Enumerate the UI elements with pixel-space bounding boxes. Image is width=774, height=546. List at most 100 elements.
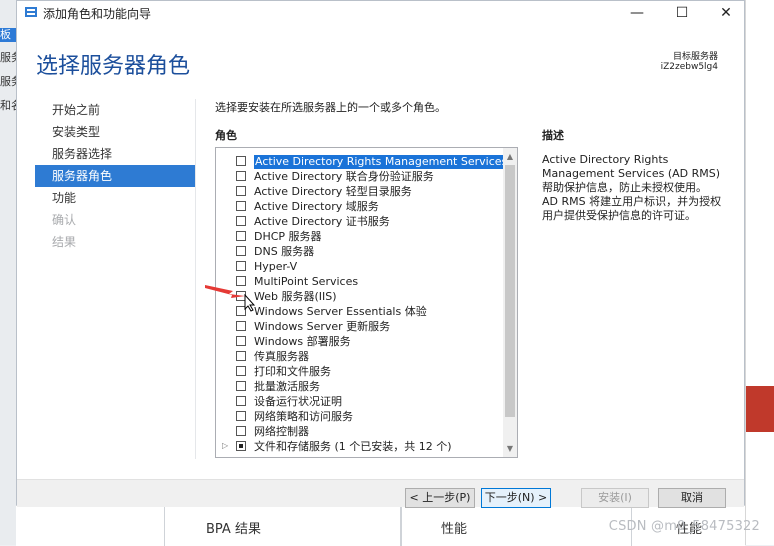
role-item[interactable]: ▷ 文件和存储服务 (1 个已安装，共 12 个) bbox=[216, 440, 504, 455]
role-checkbox[interactable] bbox=[236, 441, 246, 451]
nav-item-confirmation: 确认 bbox=[52, 213, 77, 227]
role-item[interactable]: 传真服务器 bbox=[216, 350, 504, 365]
role-checkbox[interactable] bbox=[236, 231, 246, 241]
nav-item-server-selection[interactable]: 服务器选择 bbox=[35, 143, 195, 165]
nav-item-server-roles[interactable]: 服务器角色 bbox=[35, 165, 195, 187]
target-server-value: iZ2zebw5lg4 bbox=[660, 62, 718, 72]
background-text: 服务 bbox=[0, 75, 16, 88]
role-checkbox[interactable] bbox=[236, 156, 246, 166]
scroll-up-icon[interactable]: ▲ bbox=[503, 150, 517, 164]
next-button[interactable]: 下一步(N) > bbox=[481, 488, 551, 508]
role-label[interactable]: Active Directory Rights Management Servi… bbox=[254, 155, 509, 169]
role-checkbox[interactable] bbox=[236, 381, 246, 391]
roles-list[interactable]: Active Directory Rights Management Servi… bbox=[215, 147, 518, 458]
background-label: 性能 bbox=[441, 522, 468, 537]
role-checkbox[interactable] bbox=[236, 201, 246, 211]
role-item[interactable]: DHCP 服务器 bbox=[216, 230, 504, 245]
role-label[interactable]: Active Directory 联合身份验证服务 bbox=[254, 170, 434, 184]
role-label[interactable]: 批量激活服务 bbox=[254, 380, 320, 394]
role-label[interactable]: Hyper-V bbox=[254, 260, 297, 274]
nav-item-results: 结果 bbox=[52, 235, 77, 249]
mouse-cursor-icon bbox=[244, 294, 256, 312]
role-description: Active Directory Rights Management Servi… bbox=[542, 153, 732, 223]
description-line: Active Directory Rights bbox=[542, 153, 669, 166]
window-title: 添加角色和功能向导 bbox=[43, 7, 152, 21]
background-server-manager-left: 板 服务 服务 和名 bbox=[0, 0, 17, 545]
expand-arrow-icon[interactable]: ▷ bbox=[222, 441, 228, 450]
scrollbar-thumb[interactable] bbox=[505, 165, 515, 417]
cancel-button[interactable]: 取消 bbox=[658, 488, 726, 508]
background-alert-tile bbox=[746, 386, 774, 432]
role-checkbox[interactable] bbox=[236, 396, 246, 406]
role-checkbox[interactable] bbox=[236, 171, 246, 181]
role-item[interactable]: Windows 部署服务 bbox=[216, 335, 504, 350]
role-label[interactable]: MultiPoint Services bbox=[254, 275, 358, 289]
description-line: 帮助保护信息，防止未授权使用。 bbox=[542, 181, 707, 194]
role-item[interactable]: 设备运行状况证明 bbox=[216, 395, 504, 410]
roles-scrollbar[interactable]: ▲ ▼ bbox=[503, 148, 517, 457]
role-item[interactable]: Active Directory 证书服务 bbox=[216, 215, 504, 230]
scroll-down-icon[interactable]: ▼ bbox=[503, 442, 517, 456]
role-checkbox[interactable] bbox=[236, 261, 246, 271]
role-label[interactable]: 传真服务器 bbox=[254, 350, 309, 364]
background-text: 板 bbox=[0, 28, 16, 42]
role-item[interactable]: MultiPoint Services bbox=[216, 275, 504, 290]
role-label[interactable]: DHCP 服务器 bbox=[254, 230, 322, 244]
role-label[interactable]: Active Directory 轻型目录服务 bbox=[254, 185, 412, 199]
role-item[interactable]: Hyper-V bbox=[216, 260, 504, 275]
role-item[interactable]: Windows Server Essentials 体验 bbox=[216, 305, 504, 320]
role-item[interactable]: Active Directory 轻型目录服务 bbox=[216, 185, 504, 200]
background-text: 和名 bbox=[0, 99, 16, 112]
role-label[interactable]: 网络策略和访问服务 bbox=[254, 410, 353, 424]
role-item[interactable]: 网络策略和访问服务 bbox=[216, 410, 504, 425]
role-label[interactable]: Windows 部署服务 bbox=[254, 335, 351, 349]
role-item[interactable]: Active Directory 联合身份验证服务 bbox=[216, 170, 504, 185]
role-item[interactable]: DNS 服务器 bbox=[216, 245, 504, 260]
role-label[interactable]: Active Directory 域服务 bbox=[254, 200, 379, 214]
role-item[interactable]: Active Directory 域服务 bbox=[216, 200, 504, 215]
background-text: 服务 bbox=[0, 51, 16, 64]
role-label[interactable]: 文件和存储服务 (1 个已安装，共 12 个) bbox=[254, 440, 452, 454]
nav-item-installation-type[interactable]: 安装类型 bbox=[35, 121, 195, 143]
role-checkbox[interactable] bbox=[236, 336, 246, 346]
role-label[interactable]: 打印和文件服务 bbox=[254, 365, 331, 379]
previous-button[interactable]: < 上一步(P) bbox=[405, 488, 475, 508]
role-label[interactable]: Windows Server Essentials 体验 bbox=[254, 305, 427, 319]
role-item[interactable]: Windows Server 更新服务 bbox=[216, 320, 504, 335]
roles-header: 角色 bbox=[215, 129, 237, 142]
role-checkbox[interactable] bbox=[236, 216, 246, 226]
instruction-text: 选择要安装在所选服务器上的一个或多个角色。 bbox=[215, 101, 446, 114]
role-label[interactable]: DNS 服务器 bbox=[254, 245, 314, 259]
nav-divider bbox=[195, 99, 196, 459]
role-label[interactable]: 网络控制器 bbox=[254, 425, 309, 439]
role-item[interactable]: 批量激活服务 bbox=[216, 380, 504, 395]
wizard-nav: 开始之前 安装类型 服务器选择 服务器角色 功能 确认 结果 bbox=[35, 99, 195, 253]
role-item[interactable]: Web 服务器(IIS) bbox=[216, 290, 504, 305]
minimize-button[interactable]: — bbox=[620, 3, 654, 23]
role-item[interactable]: 打印和文件服务 bbox=[216, 365, 504, 380]
background-server-manager-right bbox=[745, 0, 774, 545]
nav-item-features[interactable]: 功能 bbox=[35, 187, 195, 209]
description-line: Management Services (AD RMS) bbox=[542, 167, 721, 180]
description-line: 用户提供受保护信息的许可证。 bbox=[542, 209, 696, 222]
role-checkbox[interactable] bbox=[236, 426, 246, 436]
role-label[interactable]: 设备运行状况证明 bbox=[254, 395, 342, 409]
description-header: 描述 bbox=[542, 129, 564, 142]
role-checkbox[interactable] bbox=[236, 246, 246, 256]
role-label[interactable]: Windows Server 更新服务 bbox=[254, 320, 390, 334]
role-checkbox[interactable] bbox=[236, 186, 246, 196]
role-checkbox[interactable] bbox=[236, 351, 246, 361]
close-button[interactable]: ✕ bbox=[709, 3, 743, 23]
server-manager-icon bbox=[25, 7, 37, 17]
description-line: AD RMS 将建立用户标识，并为授权 bbox=[542, 195, 722, 208]
maximize-button[interactable]: ☐ bbox=[665, 3, 699, 23]
nav-item-before-you-begin[interactable]: 开始之前 bbox=[35, 99, 195, 121]
role-checkbox[interactable] bbox=[236, 366, 246, 376]
role-item[interactable]: Active Directory Rights Management Servi… bbox=[216, 155, 509, 170]
role-label[interactable]: Web 服务器(IIS) bbox=[254, 290, 337, 304]
role-checkbox[interactable] bbox=[236, 411, 246, 421]
role-label[interactable]: Active Directory 证书服务 bbox=[254, 215, 390, 229]
title-bar[interactable]: 添加角色和功能向导 — ☐ ✕ bbox=[17, 1, 744, 25]
role-checkbox[interactable] bbox=[236, 321, 246, 331]
role-item[interactable]: 网络控制器 bbox=[216, 425, 504, 440]
